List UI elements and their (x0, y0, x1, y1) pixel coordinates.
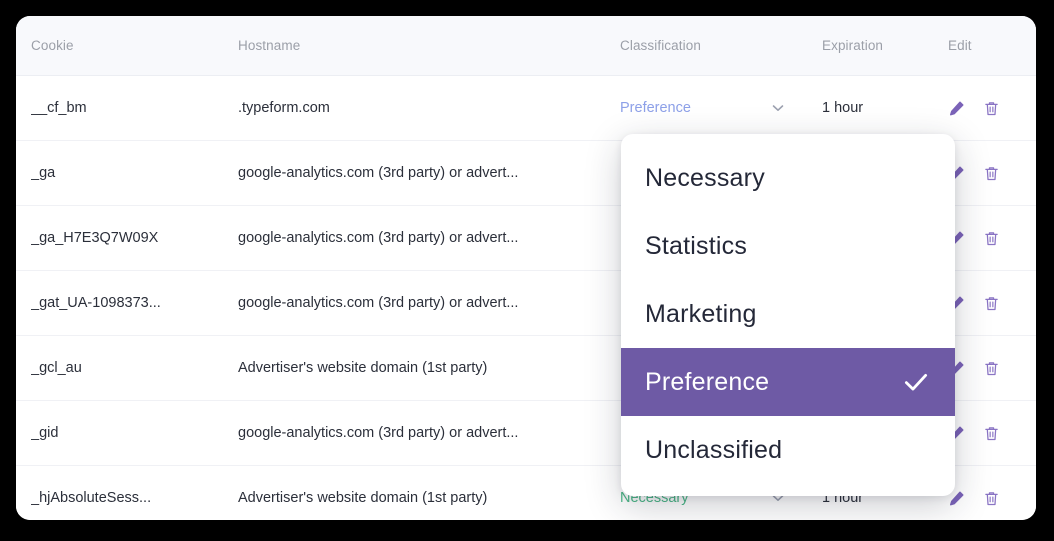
check-icon (901, 367, 931, 397)
trash-icon[interactable] (983, 230, 1000, 247)
cell-edit-actions (948, 141, 1028, 205)
cell-edit-actions (948, 76, 1028, 140)
classification-dropdown-menu[interactable]: Necessary Statistics Marketing Preference Un… (621, 134, 955, 496)
cell-cookie: _ga_H7E3Q7W09X (31, 230, 159, 246)
trash-icon[interactable] (983, 425, 1000, 442)
cell-hostname: .typeform.com (238, 100, 330, 116)
cell-cookie: _hjAbsoluteSess... (31, 490, 152, 506)
cell-edit-actions (948, 466, 1028, 520)
cell-hostname: Advertiser's website domain (1st party) (238, 360, 488, 376)
cookie-table-card: Cookie Hostname Classification Expiratio… (16, 16, 1036, 520)
cell-cookie: __cf_bm (31, 100, 87, 116)
dropdown-option-preference[interactable]: Preference (621, 348, 955, 416)
cell-edit-actions (948, 336, 1028, 400)
dropdown-option-label: Marketing (645, 300, 757, 328)
cell-cookie: _gat_UA-1098373... (31, 295, 161, 311)
column-header-cookie: Cookie (31, 38, 74, 53)
dropdown-option-unclassified[interactable]: Unclassified (621, 416, 955, 484)
cell-hostname: google-analytics.com (3rd party) or adve… (238, 230, 519, 246)
column-header-edit: Edit (948, 38, 972, 53)
cell-edit-actions (948, 271, 1028, 335)
cell-edit-actions (948, 206, 1028, 270)
cell-cookie: _gid (31, 425, 59, 441)
trash-icon[interactable] (983, 100, 1000, 117)
cell-classification[interactable]: Preference (620, 76, 760, 140)
column-header-classification: Classification (620, 38, 701, 53)
dropdown-option-label: Statistics (645, 232, 748, 260)
chevron-down-icon[interactable] (766, 76, 792, 140)
column-header-expiration: Expiration (822, 38, 884, 53)
cell-hostname: google-analytics.com (3rd party) or adve… (238, 165, 519, 181)
cell-hostname: google-analytics.com (3rd party) or adve… (238, 295, 519, 311)
cell-cookie: _ga (31, 165, 56, 181)
cell-expiration: 1 hour (822, 100, 864, 116)
table-row[interactable]: __cf_bm .typeform.com Preference 1 hour (16, 76, 1036, 141)
dropdown-option-label: Unclassified (645, 436, 783, 464)
table-header-row: Cookie Hostname Classification Expiratio… (16, 16, 1036, 76)
dropdown-option-label: Necessary (645, 164, 765, 192)
trash-icon[interactable] (983, 295, 1000, 312)
trash-icon[interactable] (983, 490, 1000, 507)
dropdown-option-necessary[interactable]: Necessary (621, 144, 955, 212)
cell-hostname: google-analytics.com (3rd party) or adve… (238, 425, 519, 441)
dropdown-option-label: Preference (645, 368, 770, 396)
cell-edit-actions (948, 401, 1028, 465)
pencil-icon[interactable] (948, 100, 965, 117)
dropdown-option-statistics[interactable]: Statistics (621, 212, 955, 280)
cell-hostname: Advertiser's website domain (1st party) (238, 490, 488, 506)
trash-icon[interactable] (983, 165, 1000, 182)
dropdown-option-marketing[interactable]: Marketing (621, 280, 955, 348)
cell-cookie: _gcl_au (31, 360, 82, 376)
column-header-hostname: Hostname (238, 38, 301, 53)
trash-icon[interactable] (983, 360, 1000, 377)
